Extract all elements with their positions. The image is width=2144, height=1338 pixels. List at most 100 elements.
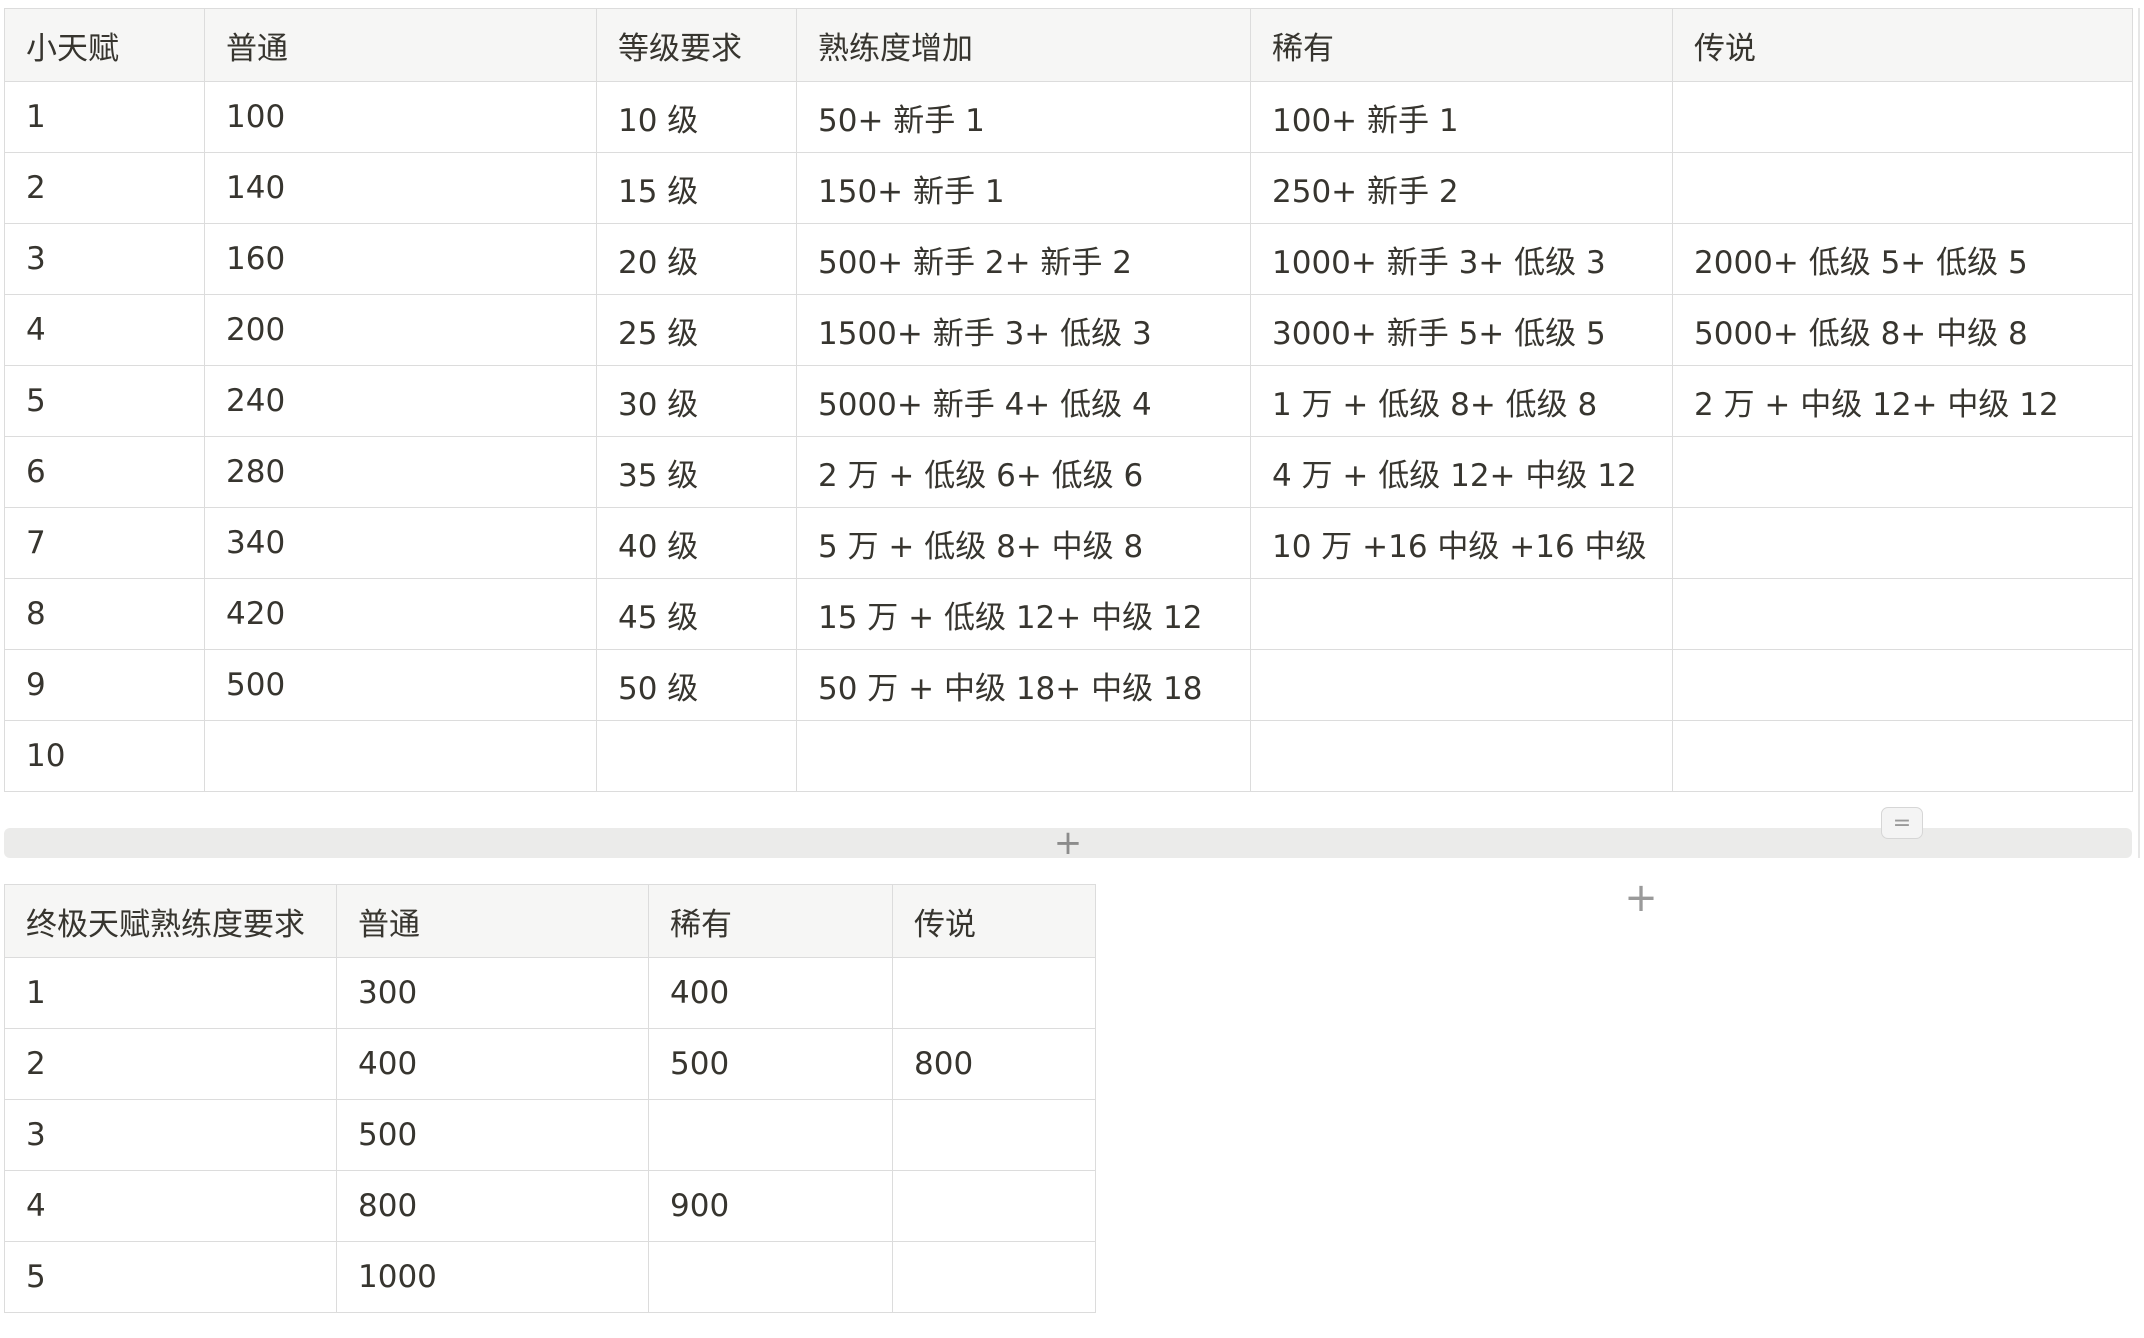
add-column-button[interactable]: + (1623, 878, 1659, 918)
table-cell[interactable]: 5 (4, 1241, 337, 1313)
table-cell[interactable]: 5000+ 新手 4+ 低级 4 (796, 365, 1251, 437)
table-cell[interactable]: 1000 (336, 1241, 649, 1313)
table-cell[interactable]: 340 (204, 507, 597, 579)
table-cell[interactable]: 2 (4, 152, 205, 224)
table-cell[interactable] (1672, 81, 2133, 153)
table-cell[interactable]: 5 (4, 365, 205, 437)
table-cell[interactable]: 800 (892, 1028, 1096, 1100)
column-header[interactable]: 稀有 (1250, 8, 1673, 82)
table-cell[interactable]: 6 (4, 436, 205, 508)
table-cell[interactable]: 45 级 (596, 578, 797, 650)
table-cell[interactable]: 10 (4, 720, 205, 792)
table-cell[interactable]: 500 (648, 1028, 893, 1100)
table-cell[interactable]: 1 (4, 957, 337, 1029)
drag-handle-icon: = (1892, 810, 1912, 836)
table-cell[interactable]: 420 (204, 578, 597, 650)
add-row-button[interactable]: + (4, 826, 2132, 860)
table-row: 5 240 30 级 5000+ 新手 4+ 低级 41 万 + 低级 8+ 低级 8… (4, 365, 2133, 437)
table-cell[interactable] (796, 720, 1251, 792)
column-header[interactable]: 传说 (892, 884, 1096, 958)
table-resize-handle[interactable]: = (1881, 807, 1923, 839)
table-row: 1 300 400 (4, 957, 1096, 1029)
table-cell[interactable]: 30 级 (596, 365, 797, 437)
column-header[interactable]: 普通 (204, 8, 597, 82)
table-cell[interactable]: 280 (204, 436, 597, 508)
table-cell[interactable]: 25 级 (596, 294, 797, 366)
table-cell[interactable] (648, 1099, 893, 1171)
table-cell[interactable]: 1000+ 新手 3+ 低级 3 (1250, 223, 1673, 295)
table-cell[interactable] (1672, 720, 2133, 792)
table-cell[interactable]: 140 (204, 152, 597, 224)
table-cell[interactable] (892, 1241, 1096, 1313)
table-cell[interactable]: 4 万 + 低级 12+ 中级 12 (1250, 436, 1673, 508)
table-cell[interactable]: 240 (204, 365, 597, 437)
table-cell[interactable] (1672, 436, 2133, 508)
table-cell[interactable]: 2 万 + 中级 12+ 中级 12 (1672, 365, 2133, 437)
table-cell[interactable]: 9 (4, 649, 205, 721)
table-cell[interactable]: 7 (4, 507, 205, 579)
table-cell[interactable] (648, 1241, 893, 1313)
table-cell[interactable]: 100 (204, 81, 597, 153)
table-cell[interactable]: 20 级 (596, 223, 797, 295)
table-cell[interactable] (204, 720, 597, 792)
table-cell[interactable] (1250, 578, 1673, 650)
table-cell[interactable]: 150+ 新手 1 (796, 152, 1251, 224)
table-cell[interactable]: 500 (336, 1099, 649, 1171)
table-cell[interactable] (1672, 578, 2133, 650)
table-cell[interactable]: 5000+ 低级 8+ 中级 8 (1672, 294, 2133, 366)
table-cell[interactable]: 160 (204, 223, 597, 295)
table-cell[interactable] (1672, 507, 2133, 579)
table-cell[interactable]: 50 级 (596, 649, 797, 721)
table-cell[interactable]: 15 级 (596, 152, 797, 224)
table-cell[interactable]: 400 (648, 957, 893, 1029)
table-cell[interactable]: 500 (204, 649, 597, 721)
table-cell[interactable]: 5 万 + 低级 8+ 中级 8 (796, 507, 1251, 579)
table-cell[interactable] (1672, 649, 2133, 721)
column-header[interactable]: 等级要求 (596, 8, 797, 82)
table-cell[interactable]: 8 (4, 578, 205, 650)
table-cell[interactable] (892, 1099, 1096, 1171)
table-cell[interactable]: 300 (336, 957, 649, 1029)
table-cell[interactable]: 500+ 新手 2+ 新手 2 (796, 223, 1251, 295)
table-cell[interactable] (1250, 649, 1673, 721)
table-cell[interactable] (596, 720, 797, 792)
table-row: 8 420 45 级 15 万 + 低级 12+ 中级 12 (4, 578, 2133, 650)
table-cell[interactable]: 2000+ 低级 5+ 低级 5 (1672, 223, 2133, 295)
column-header[interactable]: 传说 (1672, 8, 2133, 82)
table-cell[interactable] (1672, 152, 2133, 224)
table-cell[interactable]: 50+ 新手 1 (796, 81, 1251, 153)
table-cell[interactable]: 4 (4, 294, 205, 366)
column-header[interactable]: 熟练度增加 (796, 8, 1251, 82)
table-cell[interactable]: 1 (4, 81, 205, 153)
table-cell[interactable]: 4 (4, 1170, 337, 1242)
table-cell[interactable]: 250+ 新手 2 (1250, 152, 1673, 224)
column-header[interactable]: 普通 (336, 884, 649, 958)
table-cell[interactable]: 1500+ 新手 3+ 低级 3 (796, 294, 1251, 366)
table-cell[interactable]: 50 万 + 中级 18+ 中级 18 (796, 649, 1251, 721)
table-row: 3 160 20 级 500+ 新手 2+ 新手 2 1000+ 新手 3+ 低级 32… (4, 223, 2133, 295)
column-header[interactable]: 稀有 (648, 884, 893, 958)
table-cell[interactable]: 2 (4, 1028, 337, 1100)
table-cell[interactable]: 15 万 + 低级 12+ 中级 12 (796, 578, 1251, 650)
table-cell[interactable]: 800 (336, 1170, 649, 1242)
column-header[interactable]: 小天赋 (4, 8, 205, 82)
table-cell[interactable] (892, 1170, 1096, 1242)
table-cell[interactable]: 3 (4, 1099, 337, 1171)
table-cell[interactable] (1250, 720, 1673, 792)
ultimate-talent-table: 终极天赋熟练度要求 普通 稀有 传说 1 300 400 2 400 500 800 3 500 4 80… (4, 884, 1096, 1313)
table-cell[interactable]: 10 万 +16 中级 +16 中级 (1250, 507, 1673, 579)
table-cell[interactable]: 40 级 (596, 507, 797, 579)
table-cell[interactable]: 900 (648, 1170, 893, 1242)
table-cell[interactable]: 200 (204, 294, 597, 366)
table-cell[interactable]: 400 (336, 1028, 649, 1100)
table-cell[interactable]: 2 万 + 低级 6+ 低级 6 (796, 436, 1251, 508)
table-cell[interactable]: 3000+ 新手 5+ 低级 5 (1250, 294, 1673, 366)
table-row: 5 1000 (4, 1241, 1096, 1313)
table-cell[interactable] (892, 957, 1096, 1029)
table-cell[interactable]: 100+ 新手 1 (1250, 81, 1673, 153)
table-cell[interactable]: 10 级 (596, 81, 797, 153)
table-cell[interactable]: 1 万 + 低级 8+ 低级 8 (1250, 365, 1673, 437)
column-header[interactable]: 终极天赋熟练度要求 (4, 884, 337, 958)
table-cell[interactable]: 3 (4, 223, 205, 295)
table-cell[interactable]: 35 级 (596, 436, 797, 508)
